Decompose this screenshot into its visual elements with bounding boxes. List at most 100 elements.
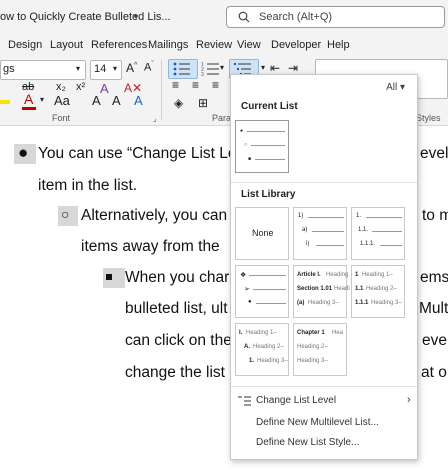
enclose-char-icon[interactable]: A (112, 93, 121, 108)
list-style-none[interactable]: None (235, 207, 289, 260)
tile-text: I. (239, 330, 243, 336)
bullet-level-3-icon (106, 274, 112, 280)
bullets-button[interactable] (168, 59, 198, 79)
title-bar: ow to Quickly Create Bulleted Lis... ▾ S… (0, 0, 448, 34)
search-box[interactable]: Search (Alt+Q) (226, 6, 445, 28)
tile-text: i) (306, 241, 310, 247)
tab-developer[interactable]: Developer (271, 39, 321, 51)
tab-help[interactable]: Help (327, 39, 350, 51)
doc-line: ems (420, 269, 448, 286)
tile-text: Heading 2– (297, 344, 328, 350)
tile-text: Heading 3– (308, 300, 339, 306)
bullet-dot: ○ (244, 142, 248, 148)
change-case-icon[interactable]: Aa (54, 93, 70, 108)
change-list-level-item[interactable]: Change List Level › (231, 391, 417, 411)
tile-text: a) (302, 227, 308, 233)
doc-line: You can use “Change List Lev (38, 145, 245, 162)
list-style-heading-numbered[interactable]: 1 Heading 1– 1.1 Heading 2– 1.1.1 Headin… (351, 265, 405, 318)
doc-line: change the list (125, 364, 225, 381)
doc-line: to m (422, 207, 448, 224)
borders-icon[interactable]: ⊞ (198, 96, 208, 110)
align-right-icon[interactable]: ≡ (212, 78, 219, 92)
decrease-indent-icon[interactable]: ⇤ (270, 61, 280, 75)
shading-icon[interactable]: ◈ (174, 96, 183, 110)
doc-line: item in the list. (38, 177, 138, 194)
doc-line: at o (421, 364, 447, 381)
doc-line: can click on the (125, 332, 232, 349)
doc-line: Multi (419, 300, 448, 317)
tab-view[interactable]: View (237, 39, 261, 51)
tile-text: Article I. (297, 272, 321, 278)
tile-text: Heading 2– (366, 286, 397, 292)
doc-line: When you char (125, 269, 230, 286)
list-style-numbered-paren[interactable]: 1) a) i) (293, 207, 347, 260)
section-divider (231, 386, 417, 387)
font-size-value: 14 (94, 63, 107, 75)
doc-line: eve (422, 332, 447, 349)
align-left-icon[interactable]: ≡ (172, 78, 179, 92)
current-list-tile[interactable]: ● ○ ■ (235, 120, 289, 173)
bullet-dot: ❖ (240, 272, 247, 279)
style-value: gs (3, 63, 15, 75)
tab-design[interactable]: Design (8, 39, 42, 51)
list-style-article-section[interactable]: Article I. Heading Section 1.01 Headi (a… (293, 265, 350, 318)
define-list-style-item[interactable]: Define New List Style... (231, 433, 417, 453)
ribbon-tabs: Design Layout References Mailings Review… (0, 34, 448, 56)
phonetic-guide-icon[interactable]: A (92, 93, 101, 108)
chevron-down-icon: ▾ (113, 64, 118, 73)
doc-line: bulleted list, ult (125, 300, 228, 317)
increase-indent-icon[interactable]: ⇥ (288, 61, 298, 75)
list-library-heading: List Library (241, 189, 296, 200)
tile-text: Heading 3– (297, 358, 328, 364)
tile-text: 1.1.1 (355, 300, 369, 306)
list-style-roman-heading[interactable]: I. Heading 1– A. Heading 2– 1. Heading 3… (235, 323, 289, 376)
filter-dropdown[interactable]: All ▾ (386, 82, 405, 93)
grow-font-icon[interactable]: A^ (126, 61, 137, 75)
text-effects-icon[interactable]: A (100, 81, 109, 96)
chevron-down-icon[interactable]: ▾ (134, 12, 138, 21)
tab-layout[interactable]: Layout (50, 39, 83, 51)
font-size-dropdown[interactable]: 14 ▾ (90, 60, 122, 80)
chevron-down-icon[interactable]: ▾ (261, 63, 265, 72)
current-list-heading: Current List (241, 101, 298, 112)
list-style-arrows[interactable]: ❖ ➢ ● (235, 265, 289, 318)
tile-text: Heading 3– (257, 358, 288, 364)
change-list-level-label: Change List Level (256, 395, 337, 406)
character-border-icon[interactable]: A (134, 93, 143, 108)
chevron-down-icon[interactable]: ▾ (220, 63, 224, 72)
tile-text: Heading 1– (362, 272, 393, 278)
list-style-decimal-legal[interactable]: 1. 1.1. 1.1.1. (351, 207, 405, 260)
tile-text: Chapter 1 (297, 330, 325, 336)
tab-references[interactable]: References (91, 39, 147, 51)
list-style-chapter-heading[interactable]: Chapter 1 Hea Heading 2– Heading 3– (293, 323, 347, 376)
doc-line: items away from the (81, 238, 220, 255)
dialog-launcher-icon[interactable]: ⌟ (153, 114, 157, 123)
bullet-level-2-icon: ○ (61, 206, 70, 222)
bullet-dot: ■ (248, 156, 252, 162)
doc-line: Alternatively, you can (81, 207, 228, 224)
tile-text: 1 (355, 272, 359, 278)
document-title[interactable]: ow to Quickly Create Bulleted Lis... (0, 11, 171, 23)
tile-text: Headi (334, 286, 350, 292)
chevron-down-icon[interactable]: ▾ (40, 95, 44, 104)
font-color-icon[interactable]: A (24, 91, 33, 107)
tab-review[interactable]: Review (196, 39, 232, 51)
bullets-icon (173, 62, 190, 76)
tile-text: 1.1. (358, 227, 369, 233)
tab-mailings[interactable]: Mailings (148, 39, 188, 51)
styles-group-label: Styles (416, 113, 441, 123)
shrink-font-icon[interactable]: Aˇ (144, 61, 154, 74)
chevron-right-icon: › (407, 394, 411, 406)
tile-text: 1.1.1. (360, 241, 376, 247)
align-center-icon[interactable]: ≡ (192, 78, 199, 92)
define-multilevel-item[interactable]: Define New Multilevel List... (231, 413, 417, 433)
subscript-icon[interactable]: x₂ (56, 81, 66, 93)
style-dropdown[interactable]: gs ▾ (0, 60, 86, 80)
superscript-icon[interactable]: x² (76, 81, 85, 93)
change-level-icon (238, 396, 251, 406)
search-icon (238, 11, 250, 23)
highlight-color-bar (0, 100, 10, 104)
bullet-dot: ● (240, 128, 244, 134)
tile-text: Heading 3– (371, 300, 402, 306)
search-placeholder: Search (Alt+Q) (259, 11, 333, 23)
